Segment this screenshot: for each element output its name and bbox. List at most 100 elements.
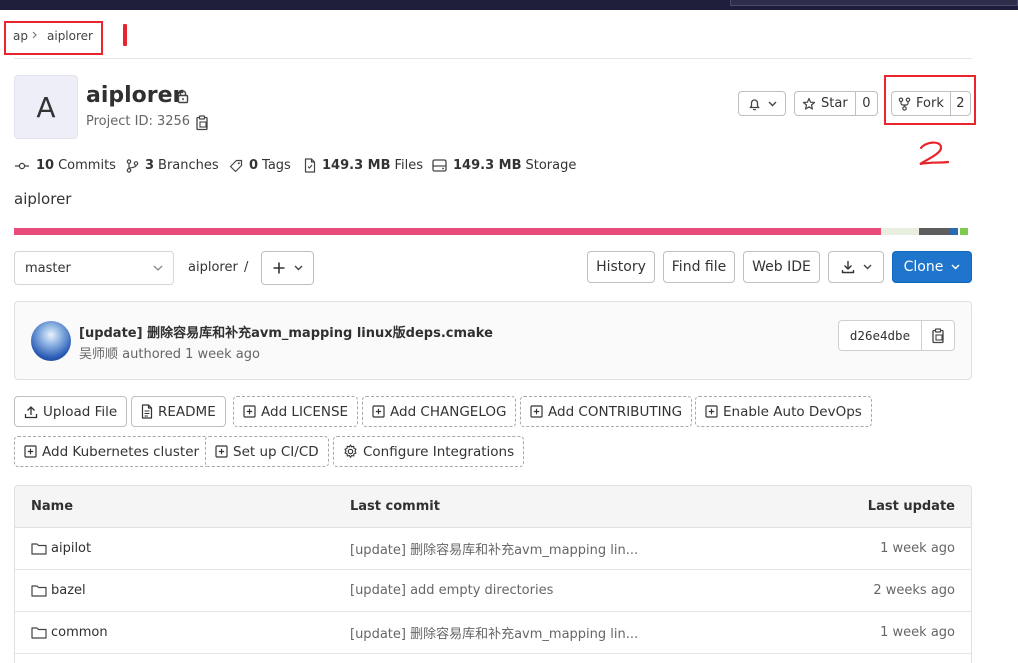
repo-path-separator: / [244, 260, 249, 275]
enable-auto-devops-label: Enable Auto DevOps [723, 403, 862, 420]
header-last-update: Last update [867, 499, 955, 514]
star-label: Star [821, 96, 848, 111]
commit-author[interactable]: 吴师顺 [79, 347, 118, 362]
stat-commits-count: 10 [36, 158, 55, 173]
table-row[interactable]: common [update] 删除容易库和补充avm_mapping lin.… [15, 612, 971, 654]
clone-label: Clone [903, 259, 944, 275]
readme-button[interactable]: README [131, 396, 226, 427]
folder-icon [31, 584, 47, 597]
stat-files-label: Files [394, 158, 424, 173]
download-dropdown[interactable] [828, 251, 884, 283]
add-kubernetes-cluster-button[interactable]: Add Kubernetes cluster [14, 436, 210, 467]
add-changelog-button[interactable]: Add CHANGELOG [362, 396, 517, 427]
upload-file-label: Upload File [43, 403, 118, 420]
table-header: Name Last commit Last update [15, 486, 971, 528]
stat-branches[interactable]: 3 Branches [126, 158, 219, 173]
download-icon [841, 260, 855, 274]
file-tree-table: Name Last commit Last update aipilot [up… [14, 485, 972, 663]
stat-commits[interactable]: 10 Commits [14, 158, 116, 173]
configure-integrations-button[interactable]: Configure Integrations [333, 436, 525, 467]
folder-icon [31, 626, 47, 639]
language-segment [881, 228, 919, 235]
history-button[interactable]: History [587, 251, 655, 283]
file-icon [304, 158, 316, 173]
stat-storage-count: 149.3 MB [453, 158, 522, 173]
annotation-mark-two [916, 140, 952, 170]
table-row[interactable]: bazel [update] add empty directories 2 w… [15, 570, 971, 612]
file-name[interactable]: bazel [51, 583, 86, 598]
bell-icon [748, 97, 761, 111]
stat-commits-label: Commits [58, 158, 116, 173]
stat-tags[interactable]: 0 Tags [229, 158, 291, 173]
star-button-group[interactable]: Star 0 [794, 91, 878, 116]
row-commit-message[interactable]: [update] 删除容易库和补充avm_mapping lin... [350, 528, 638, 569]
branch-icon [126, 158, 139, 173]
copy-id-icon[interactable] [196, 115, 209, 131]
repo-path-root[interactable]: aiplorer [188, 260, 238, 275]
chevron-down-icon [153, 265, 163, 271]
project-id: Project ID: 3256 [86, 114, 191, 129]
commit-authored-time: authored 1 week ago [122, 347, 260, 362]
enable-auto-devops-button[interactable]: Enable Auto DevOps [695, 396, 872, 427]
stat-files[interactable]: 149.3 MB Files [304, 158, 423, 173]
add-contributing-label: Add CONTRIBUTING [548, 403, 683, 420]
row-commit-message[interactable]: [update] 删除容易库和补充avm_mapping lin... [350, 612, 638, 653]
file-name[interactable]: common [51, 625, 108, 640]
row-last-update: 1 week ago [880, 625, 955, 640]
row-last-update: 2 weeks ago [873, 583, 955, 598]
plus-square-icon [215, 445, 228, 458]
project-avatar: A [14, 75, 78, 139]
find-file-button[interactable]: Find file [663, 251, 735, 283]
commit-icon [14, 160, 30, 172]
header-last-commit: Last commit [350, 499, 440, 514]
file-name[interactable]: aipilot [51, 541, 91, 556]
file-name-cell[interactable]: common [31, 612, 108, 653]
annotation-box-fork [884, 75, 976, 125]
commit-sha[interactable]: d26e4dbe [839, 321, 922, 350]
branch-selector-value: master [25, 260, 71, 276]
language-bar [14, 228, 972, 235]
last-commit-message[interactable]: [update] 删除容易库和补充avm_mapping linux版deps.… [79, 322, 493, 341]
notification-dropdown-button[interactable] [738, 91, 786, 116]
top-search-field[interactable] [730, 0, 1018, 6]
gear-icon [343, 444, 358, 459]
add-contributing-button[interactable]: Add CONTRIBUTING [520, 396, 693, 427]
annotation-mark-one [123, 24, 127, 46]
set-up-ci-cd-button[interactable]: Set up CI/CD [205, 436, 329, 467]
row-commit-message[interactable]: [update] add empty directories [350, 570, 553, 611]
upload-file-button[interactable]: Upload File [14, 396, 128, 427]
plus-square-icon [705, 405, 718, 418]
clone-dropdown-button[interactable]: Clone [892, 251, 972, 283]
file-name-cell[interactable]: aipilot [31, 528, 91, 569]
author-avatar[interactable] [31, 321, 71, 361]
add-license-label: Add LICENSE [261, 403, 349, 420]
stat-storage[interactable]: 149.3 MB Storage [432, 158, 576, 173]
readme-label: README [158, 403, 216, 420]
chevron-down-icon [294, 265, 303, 271]
stat-files-count: 149.3 MB [322, 158, 391, 173]
commit-sha-group[interactable]: d26e4dbe [838, 320, 955, 351]
chevron-down-icon [863, 264, 872, 270]
add-license-button[interactable]: Add LICENSE [233, 396, 359, 427]
stat-tags-label: Tags [262, 158, 291, 173]
web-ide-button[interactable]: Web IDE [743, 251, 820, 283]
branch-selector[interactable]: master [14, 251, 174, 285]
add-kubernetes-cluster-label: Add Kubernetes cluster [42, 443, 200, 460]
project-title: aiplorer [86, 83, 184, 108]
copy-sha-icon[interactable] [922, 321, 954, 350]
chevron-down-icon [951, 264, 960, 270]
language-segment [960, 228, 968, 235]
star-count[interactable]: 0 [856, 92, 877, 115]
plus-square-icon [372, 405, 385, 418]
language-segment [919, 228, 950, 235]
language-segment [14, 228, 881, 235]
file-name-cell[interactable]: bazel [31, 570, 86, 611]
stat-storage-label: Storage [525, 158, 577, 173]
add-to-tree-dropdown[interactable] [261, 251, 314, 285]
lock-icon [177, 89, 189, 104]
table-row[interactable]: aipilot [update] 删除容易库和补充avm_mapping lin… [15, 528, 971, 570]
stat-branches-count: 3 [145, 158, 155, 173]
plus-square-icon [530, 405, 543, 418]
last-commit-meta: 吴师顺 authored 1 week ago [79, 343, 260, 362]
star-button[interactable]: Star [795, 92, 856, 115]
